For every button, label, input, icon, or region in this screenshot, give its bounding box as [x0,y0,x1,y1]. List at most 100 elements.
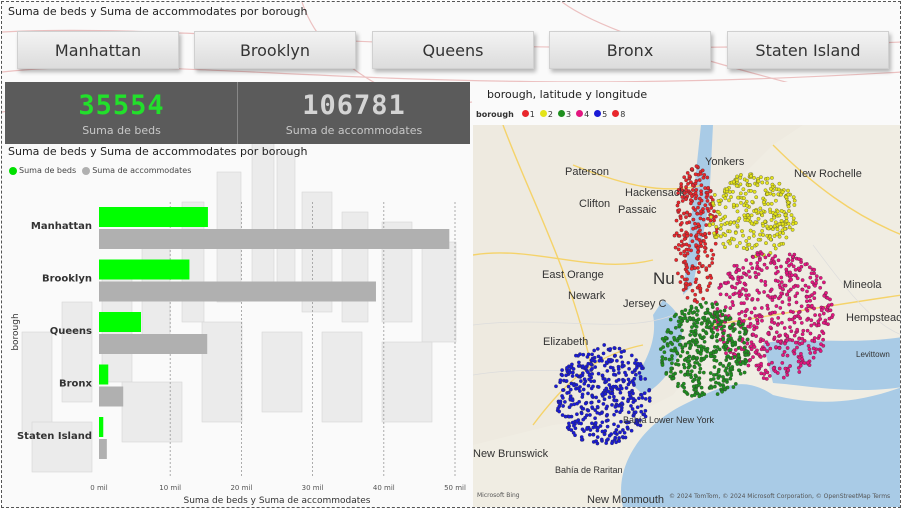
map-point [621,396,625,401]
map-point [690,188,695,192]
map-point [703,231,707,236]
slicer-brooklyn[interactable]: Brooklyn [194,31,356,69]
map-point [774,304,779,308]
map-point [696,317,701,322]
map-point [805,299,809,304]
map-point [593,365,598,369]
map-point [595,404,600,409]
map-point [582,429,586,433]
map-attribution[interactable]: © 2024 TomTom, © 2024 Microsoft Corporat… [669,493,890,500]
map-point [697,261,702,266]
bar-chart-legend: Suma de beds Suma de accommodates [9,166,191,175]
map-point [706,317,710,322]
map-point [751,332,756,337]
map-point [744,273,749,277]
legend-item-accommodates[interactable]: Suma de accommodates [82,166,191,175]
category-label: Brooklyn [42,274,92,285]
x-tick-label: 50 mil [444,484,466,492]
map-visual[interactable]: Yonkers New Rochelle Paterson Hackensack… [473,125,901,507]
map-point [631,400,636,404]
map-point [668,374,673,379]
map-legend-item[interactable]: 3 [557,110,571,119]
map-point [664,372,669,376]
map-point [696,205,700,210]
slicer-manhattan[interactable]: Manhattan [17,31,179,69]
map-point [742,196,746,201]
map-point [617,439,621,443]
map-point [606,389,611,394]
map-point [619,386,624,391]
map-legend-item[interactable]: 1 [521,110,535,119]
map-point [734,178,739,182]
map-point [785,292,789,297]
map-point [789,213,794,217]
map-point [822,280,826,285]
map-point [709,314,714,319]
legend-beds-label: Suma de beds [19,166,77,175]
map-point [607,433,612,438]
map-point [709,195,713,200]
map-point [785,334,790,338]
slicer-queens[interactable]: Queens [372,31,534,69]
map-point [772,261,777,266]
map-point [560,373,565,378]
map-point [779,209,784,213]
map-point [744,349,749,353]
map-point [618,430,622,435]
map-point [742,345,747,350]
map-point [748,183,752,187]
map-point [770,298,775,302]
map-legend-item[interactable]: 5 [594,110,607,119]
map-point [660,355,665,359]
map-point [703,242,708,246]
map-point [625,425,630,430]
map-point [762,347,767,351]
map-point [705,199,710,203]
map-point [776,279,780,284]
map-point [612,394,616,399]
map-point [712,344,717,349]
map-point [759,278,764,283]
map-point [560,413,565,417]
map-point [789,277,793,282]
map-point [787,209,791,213]
map-point [741,233,745,238]
map-point [685,370,690,375]
map-point [696,250,700,255]
map-point [764,241,768,245]
map-point [628,396,633,400]
map-point [582,377,587,382]
slicer-bronx[interactable]: Bronx [549,31,711,69]
map-point [577,360,581,365]
map-point [630,370,635,375]
map-point [677,234,682,238]
map-point [558,378,563,383]
map-point [627,380,632,385]
map-point [813,283,817,288]
map-point [780,320,784,325]
map-point [791,285,796,289]
map-point [635,405,640,410]
map-point [678,280,683,284]
map-point [682,175,687,180]
kpi-accommodates: 106781 Suma de accommodates [238,82,470,144]
map-legend-item[interactable]: 4 [576,110,589,119]
map-point [643,408,648,413]
map-point [697,270,701,274]
map-point [773,211,778,216]
map-point [749,189,753,193]
slicer-staten-island[interactable]: Staten Island [727,31,889,69]
map-point [759,210,764,215]
map-point [624,386,629,390]
map-point [590,421,594,426]
map-point [557,409,562,414]
map-point [584,413,589,418]
legend-item-beds[interactable]: Suma de beds [9,166,76,175]
map-legend-item[interactable]: 2 [539,110,553,119]
map-point [622,378,626,383]
map-point [734,263,739,268]
map-legend-item[interactable]: 8 [612,110,625,119]
map-point [712,373,716,377]
map-point [588,413,592,417]
map-point [643,377,648,381]
